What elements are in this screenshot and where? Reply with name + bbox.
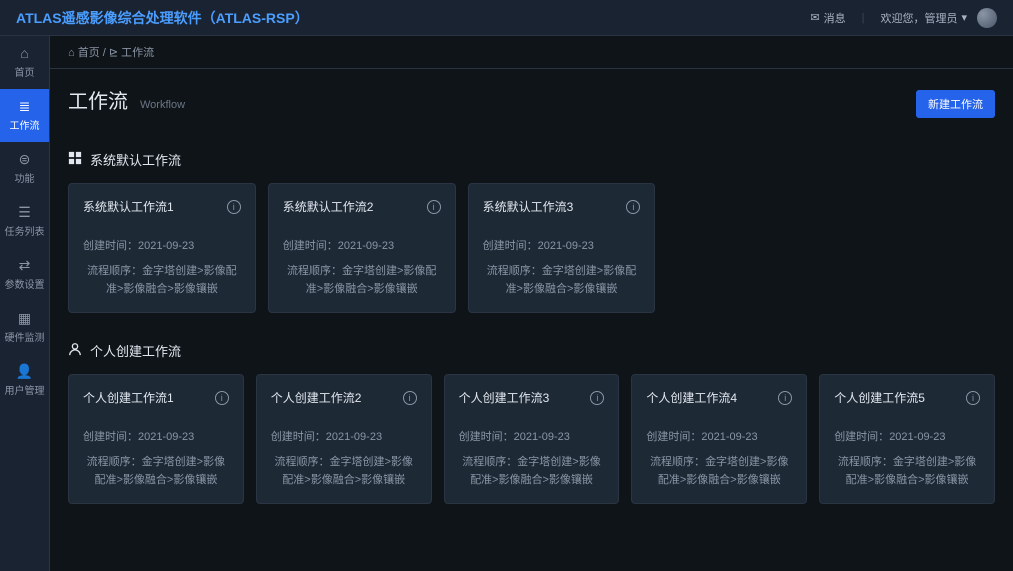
info-icon[interactable]: i bbox=[227, 200, 241, 214]
person-icon bbox=[68, 342, 82, 359]
page-subtitle: Workflow bbox=[140, 99, 916, 111]
welcome-label: 欢迎您，管理员 bbox=[880, 10, 957, 26]
sidebar-item-features[interactable]: ⊜ 功能 bbox=[0, 142, 49, 195]
workflow-card[interactable]: 个人创建工作流1 i 创建时间：2021-09-23 流程顺序：金字塔创建>影像… bbox=[68, 374, 244, 504]
workflow-icon: ≣ bbox=[19, 99, 31, 113]
sidebar-item-tasks[interactable]: ☰ 任务列表 bbox=[0, 195, 49, 248]
features-icon: ⊜ bbox=[19, 152, 31, 166]
monitor-icon: ▦ bbox=[18, 311, 31, 325]
windows-icon bbox=[68, 151, 82, 168]
messages-link[interactable]: ✉ 消息 bbox=[810, 10, 845, 26]
card-time: 创建时间：2021-09-23 bbox=[83, 428, 229, 444]
card-time: 创建时间：2021-09-23 bbox=[834, 428, 980, 444]
sidebar-item-monitor[interactable]: ▦ 硬件监测 bbox=[0, 301, 49, 354]
sidebar-item-workflow[interactable]: ≣ 工作流 bbox=[0, 89, 49, 142]
message-icon: ✉ bbox=[810, 11, 819, 24]
info-icon[interactable]: i bbox=[778, 391, 792, 405]
home-icon: ⌂ bbox=[68, 47, 78, 59]
sidebar: ⌂ 首页 ≣ 工作流 ⊜ 功能 ☰ 任务列表 ⇄ 参数设置 ▦ 硬件监测 👤 用… bbox=[0, 36, 50, 571]
card-title: 系统默认工作流1 bbox=[83, 198, 174, 215]
card-title: 系统默认工作流3 bbox=[483, 198, 574, 215]
app-header: ATLAS遥感影像综合处理软件（ATLAS-RSP） ✉ 消息 | 欢迎您，管理… bbox=[0, 0, 1013, 36]
divider: | bbox=[862, 12, 865, 24]
sidebar-item-users[interactable]: 👤 用户管理 bbox=[0, 354, 49, 407]
card-time: 创建时间：2021-09-23 bbox=[646, 428, 792, 444]
sidebar-item-label: 首页 bbox=[15, 64, 35, 79]
app-title: ATLAS遥感影像综合处理软件（ATLAS-RSP） bbox=[16, 8, 810, 28]
card-flow: 流程顺序：金字塔创建>影像配准>影像融合>影像镶嵌 bbox=[83, 454, 229, 489]
card-title: 个人创建工作流1 bbox=[83, 389, 174, 406]
sidebar-item-label: 功能 bbox=[15, 170, 35, 185]
breadcrumb-current: 工作流 bbox=[121, 47, 154, 59]
workflow-card[interactable]: 个人创建工作流4 i 创建时间：2021-09-23 流程顺序：金字塔创建>影像… bbox=[631, 374, 807, 504]
home-icon: ⌂ bbox=[20, 46, 28, 60]
card-title: 个人创建工作流5 bbox=[834, 389, 925, 406]
card-flow: 流程顺序：金字塔创建>影像配准>影像融合>影像镶嵌 bbox=[271, 454, 417, 489]
breadcrumb-sep: / ⊵ bbox=[103, 47, 121, 59]
page-header: 工作流 Workflow 新建工作流 bbox=[68, 85, 995, 118]
card-time: 创建时间：2021-09-23 bbox=[271, 428, 417, 444]
workflow-card[interactable]: 个人创建工作流5 i 创建时间：2021-09-23 流程顺序：金字塔创建>影像… bbox=[819, 374, 995, 504]
users-icon: 👤 bbox=[16, 364, 33, 378]
sidebar-item-label: 用户管理 bbox=[5, 382, 45, 397]
section-personal-title: 个人创建工作流 bbox=[68, 341, 995, 360]
info-icon[interactable]: i bbox=[966, 391, 980, 405]
workflow-card[interactable]: 系统默认工作流2 i 创建时间：2021-09-23 流程顺序：金字塔创建>影像… bbox=[268, 183, 456, 313]
new-workflow-button[interactable]: 新建工作流 bbox=[916, 90, 995, 118]
card-flow: 流程顺序：金字塔创建>影像配准>影像融合>影像镶嵌 bbox=[834, 454, 980, 489]
breadcrumb-home[interactable]: 首页 bbox=[78, 47, 100, 59]
workflow-card[interactable]: 系统默认工作流3 i 创建时间：2021-09-23 流程顺序：金字塔创建>影像… bbox=[468, 183, 656, 313]
info-icon[interactable]: i bbox=[590, 391, 604, 405]
breadcrumb: ⌂ 首页 / ⊵ 工作流 bbox=[50, 36, 1013, 69]
card-time: 创建时间：2021-09-23 bbox=[83, 237, 241, 253]
card-flow: 流程顺序：金字塔创建>影像配准>影像融合>影像镶嵌 bbox=[646, 454, 792, 489]
card-flow: 流程顺序：金字塔创建>影像配准>影像融合>影像镶嵌 bbox=[483, 263, 641, 298]
card-title: 个人创建工作流2 bbox=[271, 389, 362, 406]
main-content: ⌂ 首页 / ⊵ 工作流 工作流 Workflow 新建工作流 系统默认工作流 bbox=[50, 36, 1013, 571]
messages-label: 消息 bbox=[824, 10, 846, 26]
sidebar-item-label: 参数设置 bbox=[5, 276, 45, 291]
chevron-down-icon: ▾ bbox=[961, 11, 967, 24]
card-title: 系统默认工作流2 bbox=[283, 198, 374, 215]
info-icon[interactable]: i bbox=[403, 391, 417, 405]
card-flow: 流程顺序：金字塔创建>影像配准>影像融合>影像镶嵌 bbox=[459, 454, 605, 489]
section-title-label: 系统默认工作流 bbox=[90, 150, 181, 169]
tasks-icon: ☰ bbox=[18, 205, 31, 219]
sidebar-item-label: 任务列表 bbox=[5, 223, 45, 238]
avatar bbox=[977, 8, 997, 28]
card-time: 创建时间：2021-09-23 bbox=[459, 428, 605, 444]
card-time: 创建时间：2021-09-23 bbox=[283, 237, 441, 253]
workflow-card[interactable]: 系统默认工作流1 i 创建时间：2021-09-23 流程顺序：金字塔创建>影像… bbox=[68, 183, 256, 313]
page-title: 工作流 bbox=[68, 85, 128, 114]
section-system-title: 系统默认工作流 bbox=[68, 150, 995, 169]
personal-card-grid: 个人创建工作流1 i 创建时间：2021-09-23 流程顺序：金字塔创建>影像… bbox=[68, 374, 995, 504]
sidebar-item-label: 硬件监测 bbox=[5, 329, 45, 344]
sidebar-item-label: 工作流 bbox=[10, 117, 40, 132]
info-icon[interactable]: i bbox=[626, 200, 640, 214]
workflow-card[interactable]: 个人创建工作流2 i 创建时间：2021-09-23 流程顺序：金字塔创建>影像… bbox=[256, 374, 432, 504]
sidebar-item-settings[interactable]: ⇄ 参数设置 bbox=[0, 248, 49, 301]
info-icon[interactable]: i bbox=[215, 391, 229, 405]
card-title: 个人创建工作流3 bbox=[459, 389, 550, 406]
header-actions: ✉ 消息 | 欢迎您，管理员 ▾ bbox=[810, 8, 997, 28]
info-icon[interactable]: i bbox=[427, 200, 441, 214]
settings-icon: ⇄ bbox=[19, 258, 31, 272]
card-flow: 流程顺序：金字塔创建>影像配准>影像融合>影像镶嵌 bbox=[83, 263, 241, 298]
sidebar-item-home[interactable]: ⌂ 首页 bbox=[0, 36, 49, 89]
user-menu[interactable]: 欢迎您，管理员 ▾ bbox=[880, 8, 997, 28]
system-card-grid: 系统默认工作流1 i 创建时间：2021-09-23 流程顺序：金字塔创建>影像… bbox=[68, 183, 995, 313]
section-title-label: 个人创建工作流 bbox=[90, 341, 181, 360]
card-title: 个人创建工作流4 bbox=[646, 389, 737, 406]
workflow-card[interactable]: 个人创建工作流3 i 创建时间：2021-09-23 流程顺序：金字塔创建>影像… bbox=[444, 374, 620, 504]
card-flow: 流程顺序：金字塔创建>影像配准>影像融合>影像镶嵌 bbox=[283, 263, 441, 298]
card-time: 创建时间：2021-09-23 bbox=[483, 237, 641, 253]
